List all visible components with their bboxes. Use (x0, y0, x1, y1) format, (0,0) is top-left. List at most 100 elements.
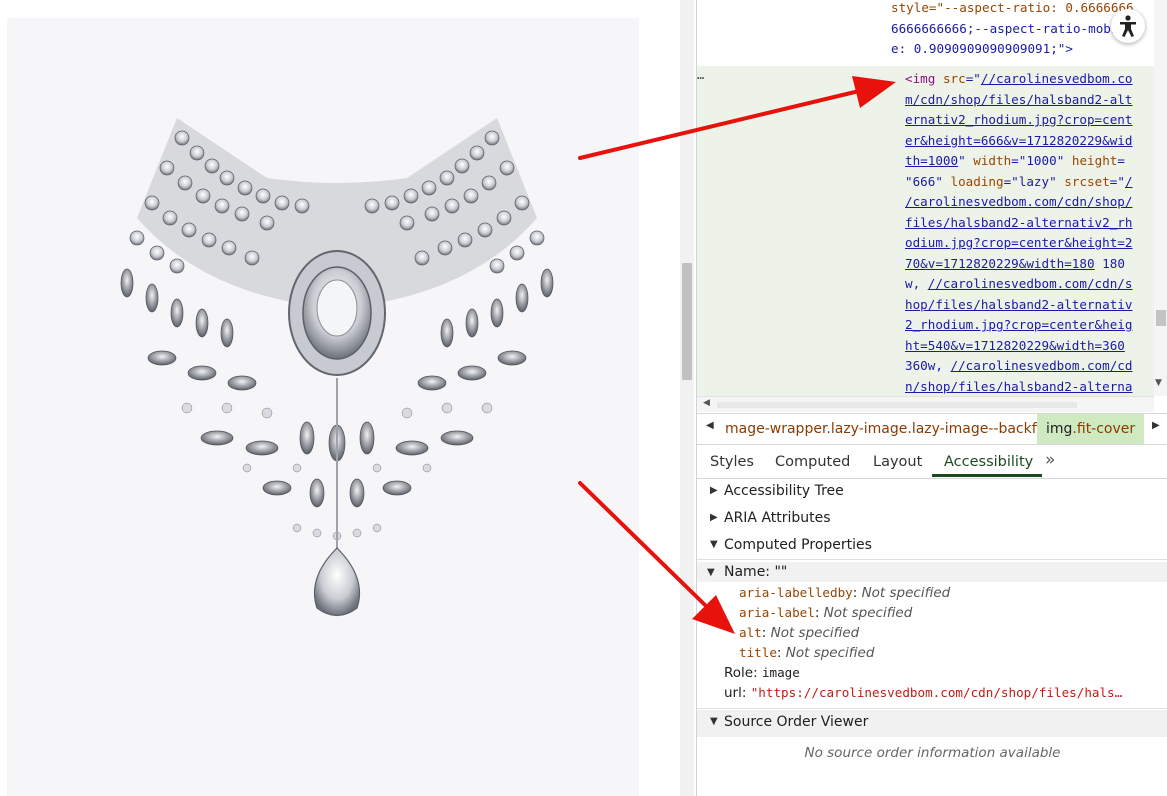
src-link[interactable]: m/cdn/shop/files/halsband2-alt (905, 92, 1132, 107)
divider (697, 708, 1167, 709)
sidebar-tabs: Styles Computed Layout Accessibility » (697, 444, 1167, 479)
srcset-link[interactable]: n/shop/files/halsband2-alterna (905, 379, 1132, 394)
srcset-descriptor: 180 (1102, 255, 1125, 271)
srcset-link[interactable]: hop/files/halsband2-alternativ (905, 297, 1132, 312)
prop-key: aria-label (739, 605, 815, 620)
accessibility-person-icon-glyph (1120, 15, 1136, 37)
srcset-link[interactable]: files/halsband2-alternativ2_rh (905, 215, 1132, 230)
role-value: image (761, 665, 800, 680)
section-label: Source Order Viewer (724, 714, 869, 730)
computed-name-label: Name: "" (724, 564, 788, 580)
prop-alt: alt: Not specified (739, 625, 860, 641)
accessibility-person-icon[interactable] (1111, 9, 1145, 43)
more-tabs-chevron-icon[interactable]: » (1045, 450, 1055, 470)
section-computed-properties[interactable]: ▼ Computed Properties (697, 533, 1167, 560)
elements-horizontal-scrollbar[interactable]: ◀ (697, 396, 1154, 412)
srcset-link[interactable]: / (1125, 174, 1133, 189)
collapse-triangle-icon[interactable]: ▼ (710, 539, 718, 550)
code-line: 6666666666;--aspect-ratio-mobil (891, 20, 1127, 36)
elements-scroll-thumb[interactable] (1156, 310, 1166, 326)
section-aria-attributes[interactable]: ▶ ARIA Attributes (697, 506, 1167, 533)
necklace-image (120, 118, 554, 617)
width-attr-value: 1000 (1026, 153, 1057, 168)
tab-computed[interactable]: Computed (775, 454, 850, 470)
style-attribute-code: style="--aspect-ratio: 0.6666666 6666666… (891, 0, 1134, 60)
page-viewport (0, 0, 680, 796)
elements-vertical-scrollbar[interactable] (1154, 0, 1167, 396)
tab-layout[interactable]: Layout (873, 454, 922, 470)
role-row: Role: image (724, 665, 800, 681)
computed-name-row[interactable]: ▼ Name: "" (697, 562, 1167, 582)
breadcrumb-tag: img (1046, 421, 1073, 437)
horizontal-scroll-thumb[interactable] (717, 402, 1077, 408)
srcset-text: 360w, (905, 358, 951, 373)
srcset-attr-name: srcset (1064, 173, 1110, 189)
srcset-text: w, (905, 276, 928, 291)
node-menu-dots[interactable]: … (697, 68, 704, 82)
tab-styles[interactable]: Styles (710, 454, 754, 470)
src-link[interactable]: th=1000 (905, 153, 958, 168)
srcset-link[interactable]: ht=540&v=1712820229&width=360 (905, 338, 1125, 353)
section-accessibility-tree[interactable]: ▶ Accessibility Tree (697, 479, 1167, 506)
height-attr-name: height (1071, 153, 1118, 168)
no-source-order-message: No source order information available (804, 745, 1061, 761)
active-tab-indicator (932, 474, 1042, 477)
breadcrumb-item-image-wrapper[interactable]: mage-wrapper.lazy-image.lazy-image--back… (725, 421, 1048, 437)
section-label: Accessibility Tree (724, 483, 844, 499)
breadcrumb: ◀ mage-wrapper.lazy-image.lazy-image--ba… (697, 413, 1167, 445)
url-value: "https://carolinesvedbom.com/cdn/shop/fi… (750, 685, 1123, 700)
src-link[interactable]: //carolinesvedbom.co (981, 71, 1133, 86)
code-line: style="--aspect-ratio: 0.6666666 (891, 0, 1134, 15)
prop-key: title (739, 645, 777, 660)
breadcrumb-item-img[interactable]: img.fit-cover (1037, 414, 1145, 444)
accessibility-pane: ▶ Accessibility Tree ▶ ARIA Attributes ▼… (697, 479, 1167, 796)
prop-value: Not specified (785, 645, 875, 661)
section-label: Computed Properties (724, 537, 872, 553)
devtools-panel: style="--aspect-ratio: 0.6666666 6666666… (696, 0, 1167, 796)
collapse-triangle-icon[interactable]: ▼ (710, 716, 718, 727)
width-attr-name: width (973, 153, 1012, 168)
srcset-link[interactable]: 2_rhodium.jpg?crop=center&heig (905, 317, 1132, 332)
scroll-left-arrow-icon[interactable]: ◀ (703, 398, 710, 408)
srcset-link[interactable]: //carolinesvedbom.com/cdn/s (928, 276, 1133, 291)
section-source-order-viewer[interactable]: ▼ Source Order Viewer (697, 710, 1167, 737)
prop-key: alt (739, 625, 762, 640)
prop-value: Not specified (770, 625, 860, 641)
srcset-link[interactable]: /carolinesvedbom.com/cdn/shop/ (905, 194, 1132, 209)
src-link[interactable]: er&height=666&v=1712820229&wid (905, 133, 1132, 148)
srcset-link[interactable]: 70&v=1712820229&width=180 (905, 256, 1095, 271)
url-row: url: "https://carolinesvedbom.com/cdn/sh… (724, 685, 1164, 701)
code-line: e: 0.9090909090909091;"> (891, 41, 1073, 56)
scroll-down-arrow-icon[interactable]: ▼ (1155, 378, 1162, 388)
img-node-code[interactable]: <img src="//carolinesvedbom.co m/cdn/sho… (905, 69, 1133, 397)
section-label: ARIA Attributes (724, 510, 831, 526)
src-link[interactable]: ernativ2_rhodium.jpg?crop=cent (905, 112, 1132, 127)
breadcrumb-class: .fit-cover (1072, 421, 1136, 437)
prop-aria-label: aria-label: Not specified (739, 605, 913, 621)
page-scrollbar[interactable] (680, 0, 694, 796)
src-attr-name: src (942, 71, 966, 86)
page-scrollbar-thumb[interactable] (682, 263, 692, 380)
srcset-link[interactable]: //carolinesvedbom.com/cd (951, 358, 1133, 373)
collapse-triangle-icon[interactable]: ▼ (707, 567, 715, 578)
elements-tree: style="--aspect-ratio: 0.6666666 6666666… (697, 0, 1167, 412)
srcset-link[interactable]: odium.jpg?crop=center&height=2 (905, 235, 1132, 250)
img-tag: <img (905, 71, 936, 86)
breadcrumb-scroll-right-icon[interactable]: ▶ (1152, 420, 1160, 431)
product-image-card (7, 18, 639, 796)
role-label: Role: (724, 665, 758, 681)
expand-triangle-icon[interactable]: ▶ (710, 485, 718, 496)
expand-triangle-icon[interactable]: ▶ (710, 512, 718, 523)
breadcrumb-scroll-left-icon[interactable]: ◀ (706, 420, 714, 431)
height-attr-value: 666 (912, 173, 936, 189)
divider (697, 559, 1167, 560)
loading-attr-name: loading (950, 173, 1004, 189)
tab-accessibility[interactable]: Accessibility (944, 454, 1033, 470)
prop-value: Not specified (823, 605, 913, 621)
loading-attr-value: lazy (1018, 173, 1050, 189)
prop-title: title: Not specified (739, 645, 875, 661)
prop-value: Not specified (861, 585, 951, 601)
url-label: url: (724, 685, 747, 701)
prop-key: aria-labelledby (739, 585, 853, 600)
prop-aria-labelledby: aria-labelledby: Not specified (739, 585, 951, 601)
